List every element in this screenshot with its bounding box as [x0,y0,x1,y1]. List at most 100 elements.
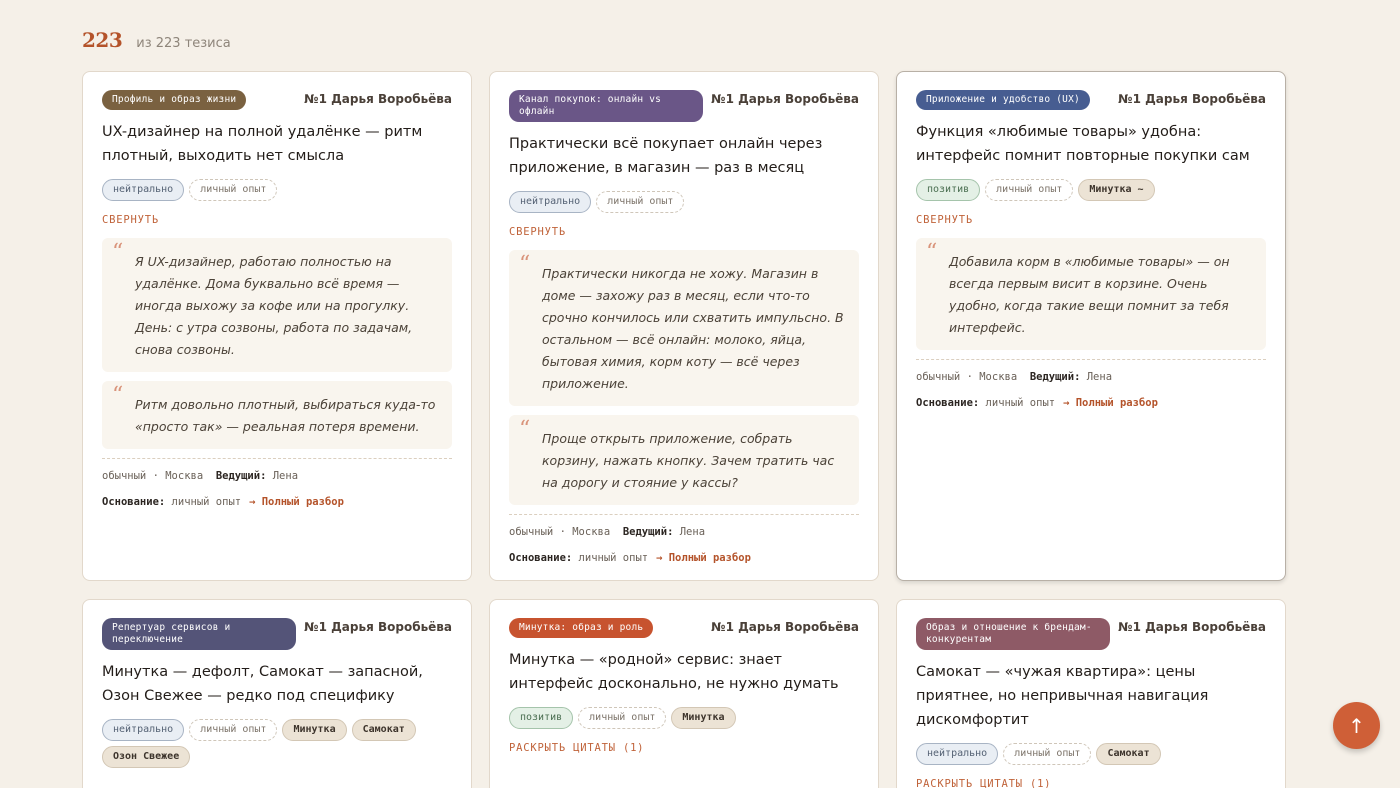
basis-value: личный опыт [171,495,242,508]
thesis-card: Приложение и удобство (UX) №1 Дарья Воро… [896,71,1286,581]
quote-block: “ Ритм довольно плотный, выбираться куда… [102,380,452,449]
brand-tag[interactable]: Самокат [1096,742,1161,765]
host-name: Лена [272,469,299,482]
basis-value: личный опыт [985,396,1056,409]
collapse-toggle[interactable]: СВЕРНУТЬ [509,226,859,238]
quote-mark-icon: “ [112,382,124,408]
respondent-meta: обычный · Москва Ведущий: Лена [509,513,859,538]
quote-text: Добавила корм в «любимые товары» — он вс… [949,253,1230,335]
respondent-name: №1 Дарья Воробьёва [1118,92,1266,106]
thesis-title: Практически всё покупает онлайн через пр… [509,135,823,176]
brand-tag[interactable]: Минутка ~ [1078,178,1155,201]
basis-value: личный опыт [578,551,649,564]
basis-label: Основание: [102,495,166,508]
brand-tag[interactable]: Минутка [282,718,347,741]
quote-block: “ Я UX-дизайнер, работаю полностью на уд… [102,237,452,372]
thesis-grid: Профиль и образ жизни №1 Дарья Воробьёва… [82,71,1286,788]
quote-mark-icon: “ [926,239,938,265]
sentiment-tag[interactable]: нейтрально [102,178,185,201]
quote-block: “ Проще открыть приложение, собрать корз… [509,414,859,505]
source-tag[interactable]: личный опыт [189,178,278,201]
category-badge[interactable]: Минутка: образ и роль [509,618,654,638]
source-tag[interactable]: личный опыт [985,178,1074,201]
thesis-title: Минутка — «родной» сервис: знает интерфе… [509,651,839,692]
host-label: Ведущий: [622,525,674,538]
quote-mark-icon: “ [519,251,531,277]
respondent-name: №1 Дарья Воробьёва [1118,620,1266,634]
city-label: Москва [165,469,204,482]
category-badge[interactable]: Репертуар сервисов и переключение [102,618,297,650]
thesis-card: Профиль и образ жизни №1 Дарья Воробьёва… [82,71,472,581]
thesis-card: Репертуар сервисов и переключение №1 Дар… [82,599,472,788]
respondent-name: №1 Дарья Воробьёва [711,92,859,106]
respondent-name: №1 Дарья Воробьёва [711,620,859,634]
quote-text: Ритм довольно плотный, выбираться куда-т… [135,396,436,434]
full-analysis-link[interactable]: → Полный разбор [1063,397,1158,409]
tag-list: позитив личный опыт Минутка ~ [916,178,1266,201]
category-badge[interactable]: Приложение и удобство (UX) [916,90,1090,110]
basis-label: Основание: [509,551,573,564]
thesis-card: Образ и отношение к брендам-конкурентам … [896,599,1286,788]
sentiment-tag[interactable]: нейтрально [102,718,185,741]
brand-tag[interactable]: Озон Свежее [102,745,191,768]
basis-row: Основание: личный опыт → Полный разбор [102,496,452,508]
segment-label: обычный [509,525,554,538]
respondent-name: №1 Дарья Воробьёва [304,92,452,106]
basis-row: Основание: личный опыт → Полный разбор [509,552,859,564]
full-analysis-link[interactable]: → Полный разбор [249,496,344,508]
source-tag[interactable]: личный опыт [1003,742,1092,765]
thesis-count-label: из 223 тезиса [136,36,231,51]
host-label: Ведущий: [215,469,267,482]
segment-label: обычный [102,469,147,482]
quote-text: Проще открыть приложение, собрать корзин… [542,430,835,490]
tag-list: нейтрально личный опыт [509,190,859,213]
thesis-title: Функция «любимые товары» удобна: интерфе… [916,123,1250,164]
source-tag[interactable]: личный опыт [578,706,667,729]
sentiment-tag[interactable]: нейтрально [916,742,999,765]
quote-mark-icon: “ [112,239,124,265]
source-tag[interactable]: личный опыт [189,718,278,741]
sentiment-tag[interactable]: позитив [916,178,981,201]
expand-quotes-toggle[interactable]: РАСКРЫТЬ ЦИТАТЫ (1) [509,742,859,754]
quote-text: Я UX-дизайнер, работаю полностью на удал… [135,253,413,357]
city-label: Москва [572,525,611,538]
thesis-title: Самокат — «чужая квартира»: цены приятне… [916,663,1209,728]
category-badge[interactable]: Профиль и образ жизни [102,90,247,110]
thesis-title: UX-дизайнер на полной удалёнке — ритм пл… [102,123,423,164]
full-analysis-link[interactable]: → Полный разбор [656,552,751,564]
host-name: Лена [1086,370,1113,383]
scroll-to-top-button[interactable]: ↑ [1333,702,1380,749]
thesis-card: Минутка: образ и роль №1 Дарья Воробьёва… [489,599,879,788]
collapse-toggle[interactable]: СВЕРНУТЬ [916,214,1266,226]
arrow-up-icon: ↑ [1348,713,1365,738]
category-badge[interactable]: Образ и отношение к брендам-конкурентам [916,618,1111,650]
quote-mark-icon: “ [519,416,531,442]
thesis-card: Канал покупок: онлайн vs офлайн №1 Дарья… [489,71,879,581]
respondent-meta: обычный · Москва Ведущий: Лена [916,358,1266,383]
quote-block: “ Добавила корм в «любимые товары» — он … [916,237,1266,350]
sentiment-tag[interactable]: позитив [509,706,574,729]
sentiment-tag[interactable]: нейтрально [509,190,592,213]
brand-tag[interactable]: Самокат [351,718,416,741]
source-tag[interactable]: личный опыт [596,190,685,213]
expand-quotes-toggle[interactable]: РАСКРЫТЬ ЦИТАТЫ (1) [916,778,1266,788]
brand-tag[interactable]: Минутка [671,706,736,729]
category-badge[interactable]: Канал покупок: онлайн vs офлайн [509,90,704,122]
host-label: Ведущий: [1029,370,1081,383]
basis-row: Основание: личный опыт → Полный разбор [916,397,1266,409]
thesis-count: 223 [82,28,123,52]
basis-label: Основание: [916,396,980,409]
page-header: 223 из 223 тезиса [82,28,231,52]
host-name: Лена [679,525,706,538]
tag-list: нейтрально личный опыт [102,178,452,201]
quote-block: “ Практически никогда не хожу. Магазин в… [509,249,859,406]
quote-text: Практически никогда не хожу. Магазин в д… [542,265,844,391]
collapse-toggle[interactable]: СВЕРНУТЬ [102,214,452,226]
city-label: Москва [979,370,1018,383]
tag-list: нейтрально личный опыт Минутка Самокат О… [102,718,452,768]
respondent-name: №1 Дарья Воробьёва [304,620,452,634]
segment-label: обычный [916,370,961,383]
tag-list: нейтрально личный опыт Самокат [916,742,1266,765]
respondent-meta: обычный · Москва Ведущий: Лена [102,457,452,482]
thesis-title: Минутка — дефолт, Самокат — запасной, Оз… [102,663,423,704]
